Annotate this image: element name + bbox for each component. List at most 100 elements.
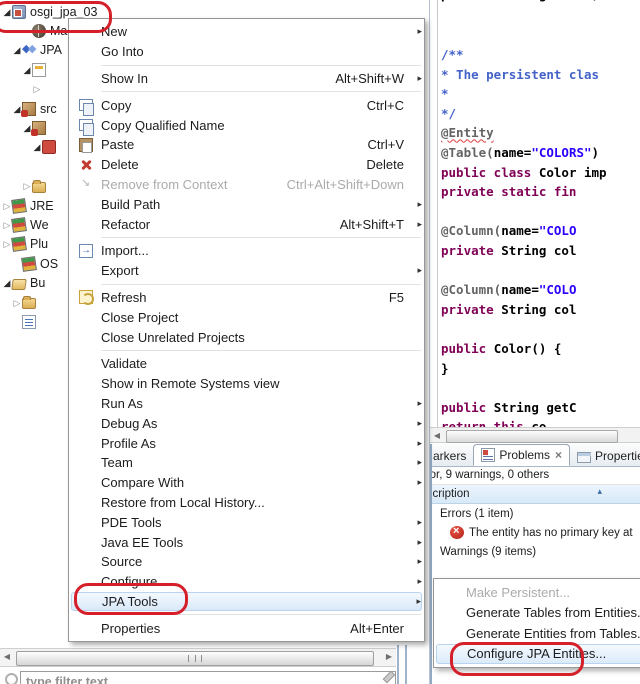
tree-item-label: JRE: [30, 199, 54, 213]
menu-item-pde-tools[interactable]: PDE Tools▸: [69, 512, 424, 532]
submenu-item-make-persistent-[interactable]: Make Persistent...: [434, 582, 640, 603]
scroll-left-icon[interactable]: ◀: [0, 650, 14, 662]
code-line: @Table(name="COLORS"): [441, 143, 607, 163]
submenu-item-generate-entities-from-tables-[interactable]: Generate Entities from Tables...: [434, 623, 640, 644]
build-file-icon: [22, 315, 36, 329]
expanded-arrow-icon[interactable]: ◢: [2, 278, 12, 288]
tab-properties[interactable]: Properties: [570, 446, 640, 466]
scroll-left-icon[interactable]: ◀: [430, 429, 444, 441]
submenu-arrow-icon: ▸: [409, 596, 421, 607]
tab-markers[interactable]: Markers: [432, 446, 473, 466]
problems-row-group[interactable]: Warnings (9 items): [432, 542, 640, 561]
folder-icon: [22, 298, 36, 309]
collapsed-arrow-icon[interactable]: ▷: [32, 84, 42, 94]
menu-item-validate[interactable]: Validate: [69, 354, 424, 374]
code-line-fragment: private String color;: [441, 0, 599, 5]
code-line: *: [441, 84, 607, 104]
submenu-arrow-icon: ▸: [410, 537, 422, 548]
scroll-right-icon[interactable]: ▶: [382, 650, 396, 662]
refresh-icon: [79, 290, 93, 304]
menu-item-team[interactable]: Team▸: [69, 453, 424, 473]
close-icon[interactable]: ×: [555, 448, 562, 462]
menu-item-restore-from-local-history-[interactable]: Restore from Local History...: [69, 493, 424, 513]
menu-item-close-unrelated-projects[interactable]: Close Unrelated Projects: [69, 327, 424, 347]
menu-item-copy-qualified-name[interactable]: Copy Qualified Name: [69, 115, 424, 135]
menu-item-label: New: [101, 24, 410, 39]
properties-icon: [577, 452, 591, 463]
expanded-arrow-icon[interactable]: ◢: [32, 142, 42, 152]
editor-ruler: [437, 0, 438, 427]
menu-item-refactor[interactable]: RefactorAlt+Shift+T▸: [69, 214, 424, 234]
scrollbar-thumb[interactable]: [16, 651, 374, 666]
java-editor[interactable]: private String color; /** * The persiste…: [430, 0, 640, 427]
eclipse-workbench: ◢osgi_jpa_03Ma◢JPA◢▷◢src◢◢▷▷JRE▷We▷PluOS…: [0, 0, 640, 684]
menu-item-java-ee-tools[interactable]: Java EE Tools▸: [69, 532, 424, 552]
tab-label: Markers: [432, 449, 466, 463]
menu-item-debug-as[interactable]: Debug As▸: [69, 413, 424, 433]
problems-row-error[interactable]: The entity has no primary key at: [432, 523, 640, 542]
menu-item-shortcut: Ctrl+V: [368, 137, 404, 152]
code-line: private String color;: [441, 0, 599, 5]
expanded-arrow-icon[interactable]: ◢: [22, 65, 32, 75]
menu-item-source[interactable]: Source▸: [69, 552, 424, 572]
menu-item-show-in[interactable]: Show InAlt+Shift+W▸: [69, 69, 424, 89]
menu-item-label: Delete: [101, 157, 366, 172]
code-line: [441, 202, 607, 222]
delete-icon: [79, 158, 93, 172]
tab-label: Problems: [499, 448, 550, 462]
menu-item-new[interactable]: New▸: [69, 22, 424, 42]
menu-item-run-as[interactable]: Run As▸: [69, 394, 424, 414]
menu-item-copy[interactable]: CopyCtrl+C: [69, 95, 424, 115]
collapsed-arrow-icon[interactable]: ▷: [12, 298, 22, 308]
submenu-item-generate-tables-from-entities-[interactable]: Generate Tables from Entities...: [434, 603, 640, 624]
filter-circle-icon: [5, 673, 18, 684]
menu-icon-gutter: [71, 138, 101, 152]
menu-item-export[interactable]: Export▸: [69, 261, 424, 281]
menu-item-build-path[interactable]: Build Path▸: [69, 194, 424, 214]
scrollbar-thumb[interactable]: [446, 430, 618, 443]
tree-horizontal-scrollbar[interactable]: ◀ ▶: [0, 648, 396, 667]
submenu-item-label: Generate Entities from Tables...: [466, 626, 640, 641]
menu-item-go-into[interactable]: Go Into: [69, 42, 424, 62]
menu-item-refresh[interactable]: RefreshF5: [69, 288, 424, 308]
menu-item-import-[interactable]: Import...: [69, 241, 424, 261]
expanded-arrow-icon[interactable]: ◢: [12, 45, 22, 55]
menu-icon-gutter: [71, 177, 101, 191]
menu-item-delete[interactable]: DeleteDelete: [69, 155, 424, 175]
tab-problems[interactable]: Problems ×: [473, 444, 570, 466]
menu-item-paste[interactable]: PasteCtrl+V: [69, 135, 424, 155]
submenu-arrow-icon: ▸: [410, 265, 422, 276]
menu-icon-gutter: [71, 290, 101, 304]
filter-input[interactable]: [20, 671, 396, 684]
menu-item-label: Run As: [101, 396, 410, 411]
menu-item-label: PDE Tools: [101, 515, 410, 530]
menu-item-label: Copy Qualified Name: [101, 118, 410, 133]
problems-row-group[interactable]: Errors (1 item): [432, 504, 640, 523]
collapsed-arrow-icon[interactable]: ▷: [22, 181, 32, 191]
library-icon: [21, 256, 37, 272]
menu-item-close-project[interactable]: Close Project: [69, 307, 424, 327]
scrollbar-grip: [188, 655, 202, 662]
menu-item-label: Restore from Local History...: [101, 495, 410, 510]
editor-horizontal-scrollbar[interactable]: ◀: [430, 427, 640, 443]
menu-separator: [101, 350, 421, 351]
menu-item-show-in-remote-systems-view[interactable]: Show in Remote Systems view: [69, 374, 424, 394]
menu-item-label: Profile As: [101, 436, 410, 451]
problems-status: 1 error, 9 warnings, 0 others: [432, 467, 640, 484]
menu-item-properties[interactable]: PropertiesAlt+Enter: [69, 618, 424, 638]
submenu-arrow-icon: ▸: [410, 219, 422, 230]
submenu-arrow-icon: ▸: [410, 438, 422, 449]
library-icon: [11, 198, 27, 214]
tree-item-label: JPA: [40, 43, 62, 57]
tree-item-label: Plu: [30, 237, 48, 251]
menu-item-profile-as[interactable]: Profile As▸: [69, 433, 424, 453]
menu-item-compare-with[interactable]: Compare With▸: [69, 473, 424, 493]
tree-item-label: Bu: [30, 276, 45, 290]
folder-icon: [32, 182, 46, 193]
import-icon: [79, 244, 93, 258]
panel-sash[interactable]: [405, 645, 407, 684]
description-column-header[interactable]: Description ▴: [432, 485, 640, 504]
code-line: }: [441, 359, 607, 379]
menu-separator: [101, 284, 421, 285]
menu-item-remove-from-context[interactable]: Remove from ContextCtrl+Alt+Shift+Down: [69, 175, 424, 195]
